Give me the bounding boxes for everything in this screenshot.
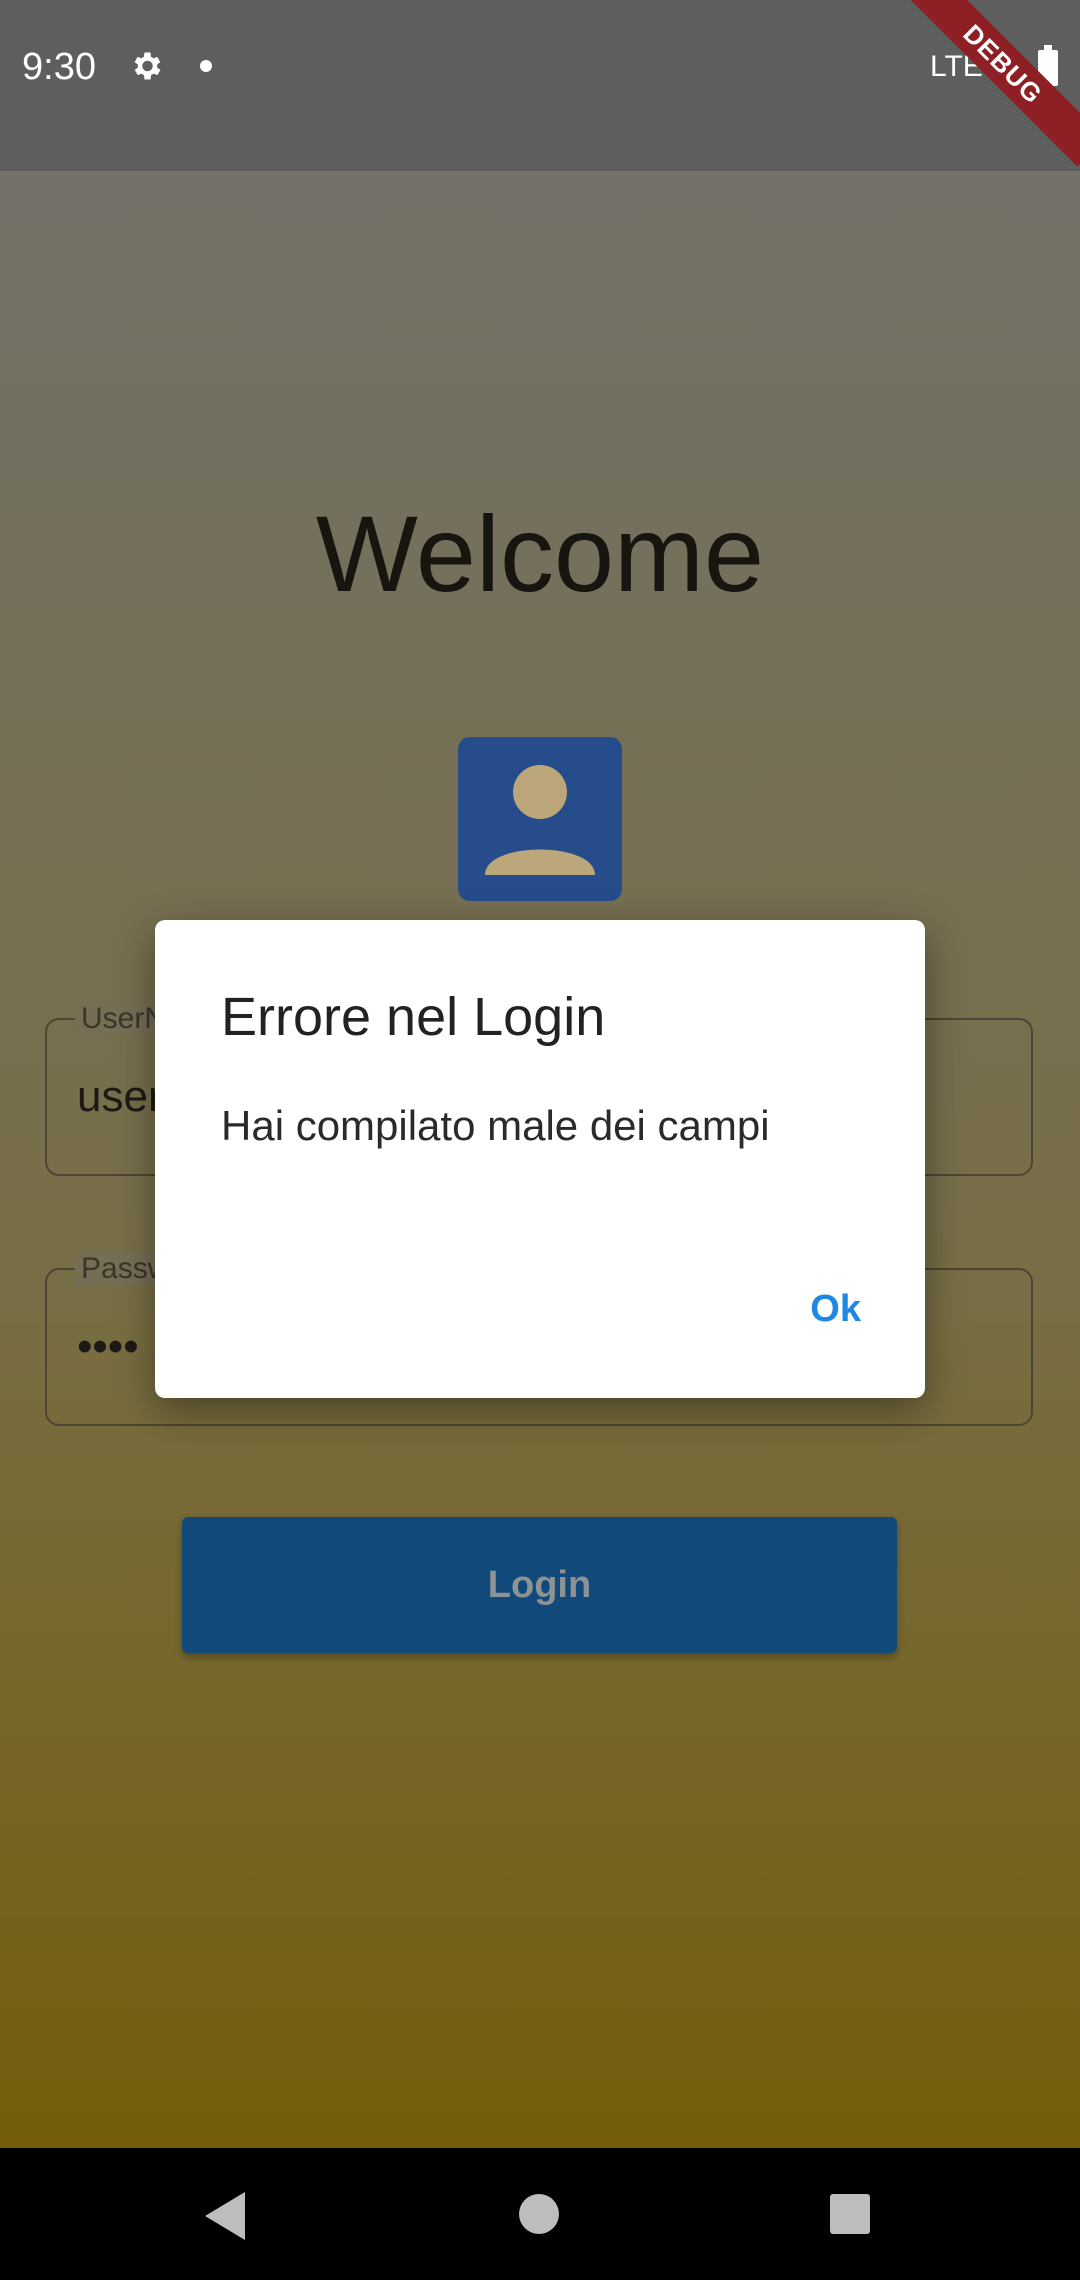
status-bar: 9:30 LTE DEBUG (0, 0, 1080, 171)
status-time: 9:30 (22, 46, 96, 88)
username-value[interactable]: user (77, 1072, 163, 1122)
login-button[interactable]: Login (182, 1517, 897, 1653)
settings-gear-icon (134, 52, 161, 80)
navigation-bar (0, 2148, 1080, 2280)
dialog-title: Errore nel Login (221, 987, 606, 1047)
dialog-message: Hai compilato male dei campi (221, 1102, 770, 1149)
password-value[interactable]: •••• (77, 1322, 139, 1372)
welcome-title: Welcome (315, 493, 765, 614)
recent-apps-icon[interactable] (830, 2194, 870, 2234)
notification-dot-icon (200, 60, 212, 72)
ok-button[interactable]: Ok (810, 1288, 861, 1331)
back-icon[interactable] (205, 2192, 245, 2240)
person-icon (485, 765, 595, 875)
error-dialog: Errore nel Login Hai compilato male dei … (155, 920, 925, 1398)
home-icon[interactable] (519, 2194, 559, 2234)
account-box-icon (458, 737, 622, 901)
